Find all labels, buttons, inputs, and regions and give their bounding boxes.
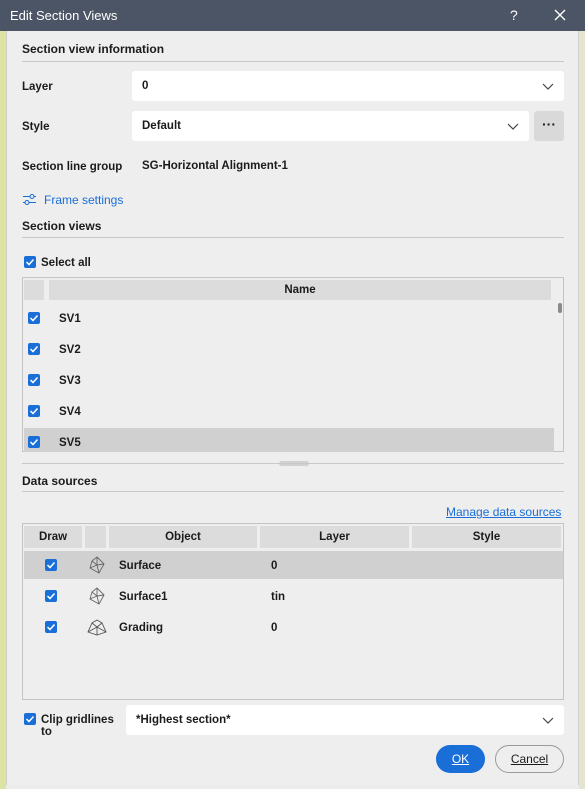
data-source-row[interactable]: Surface1 tin — [24, 582, 563, 610]
help-button[interactable]: ? — [510, 7, 518, 23]
data-source-row[interactable]: Grading 0 — [24, 613, 563, 641]
row-checkbox[interactable] — [28, 405, 40, 417]
table-row-selected[interactable]: SV5 — [24, 428, 554, 452]
close-icon — [554, 9, 566, 21]
data-sources-header: Data sources — [22, 474, 98, 488]
sliders-icon — [23, 193, 36, 206]
select-all-label: Select all — [41, 257, 91, 269]
scrollbar-thumb[interactable] — [558, 303, 562, 313]
data-sources-table: Draw Object Layer Style Surface 0 Surfac… — [22, 523, 564, 700]
table-row[interactable]: SV3 — [24, 368, 554, 392]
layer-label: Layer — [22, 81, 53, 93]
chevron-down-icon — [542, 717, 554, 724]
row-name: SV4 — [59, 406, 81, 418]
data-source-row-selected[interactable]: Surface 0 — [24, 551, 563, 579]
draw-checkbox[interactable] — [45, 590, 57, 602]
column-header-icon — [85, 526, 106, 548]
row-checkbox[interactable] — [28, 312, 40, 324]
column-header-style[interactable]: Style — [412, 526, 561, 548]
chevron-down-icon — [542, 83, 554, 90]
object-layer: tin — [271, 591, 286, 603]
title-bar: Edit Section Views ? — [0, 0, 585, 31]
clip-gridlines-checkbox[interactable]: Clip gridlines to — [24, 713, 124, 738]
row-checkbox[interactable] — [28, 343, 40, 355]
style-dropdown[interactable]: Default — [132, 111, 529, 141]
divider — [22, 463, 564, 464]
row-name: SV2 — [59, 344, 81, 356]
column-header-object[interactable]: Object — [109, 526, 257, 548]
grading-icon — [87, 619, 107, 636]
divider — [22, 491, 564, 492]
row-name: SV3 — [59, 375, 81, 387]
close-button[interactable] — [550, 4, 570, 26]
object-name: Grading — [119, 622, 164, 634]
style-value: Default — [142, 120, 181, 132]
column-header-check — [24, 280, 44, 300]
section-info-header: Section view information — [22, 42, 165, 56]
select-all-checkbox[interactable]: Select all — [24, 256, 104, 270]
manage-data-sources-link[interactable]: Manage data sources — [446, 505, 561, 519]
clip-gridlines-dropdown[interactable]: *Highest section* — [126, 705, 564, 735]
frame-settings-label: Frame settings — [44, 193, 124, 207]
cancel-button[interactable]: Cancel — [495, 745, 564, 773]
style-more-button[interactable]: ··· — [534, 111, 564, 141]
table-row[interactable]: SV1 — [24, 306, 554, 330]
surface-icon — [89, 587, 105, 605]
window-frame-right — [579, 31, 585, 789]
object-name: Surface1 — [119, 591, 168, 603]
column-header-draw[interactable]: Draw — [24, 526, 82, 548]
surface-icon — [89, 556, 105, 574]
ok-label: OK — [451, 752, 470, 766]
draw-checkbox[interactable] — [45, 559, 57, 571]
object-name: Surface — [119, 560, 162, 572]
divider — [22, 61, 564, 62]
window-title: Edit Section Views — [10, 8, 118, 23]
chevron-down-icon — [507, 123, 519, 130]
object-layer: 0 — [271, 622, 278, 634]
section-views-header: Section views — [22, 219, 102, 233]
column-header-layer[interactable]: Layer — [260, 526, 409, 548]
checkbox-icon — [24, 256, 36, 268]
section-line-group-label: Section line group — [22, 161, 123, 173]
cancel-label: Cancel — [510, 752, 549, 766]
ok-button[interactable]: OK — [436, 745, 485, 773]
layer-dropdown[interactable]: 0 — [132, 71, 564, 101]
draw-checkbox[interactable] — [45, 621, 57, 633]
clip-gridlines-value: *Highest section* — [136, 714, 231, 726]
checkbox-icon — [24, 713, 36, 725]
divider — [22, 237, 564, 238]
column-header-name[interactable]: Name — [49, 280, 551, 300]
layer-value: 0 — [142, 80, 149, 92]
row-name: SV5 — [59, 437, 81, 449]
row-checkbox[interactable] — [28, 436, 40, 448]
style-label: Style — [22, 121, 50, 133]
frame-settings-link[interactable]: Frame settings — [22, 192, 132, 208]
row-name: SV1 — [59, 313, 81, 325]
object-layer: 0 — [271, 560, 278, 572]
section-line-group-value: SG-Horizontal Alignment-1 — [142, 160, 288, 172]
row-checkbox[interactable] — [28, 374, 40, 386]
section-views-table: Name SV1 SV2 SV3 SV4 SV5 — [22, 277, 564, 452]
clip-gridlines-label: Clip gridlines to — [41, 714, 114, 738]
table-row[interactable]: SV2 — [24, 337, 554, 361]
table-row[interactable]: SV4 — [24, 399, 554, 423]
